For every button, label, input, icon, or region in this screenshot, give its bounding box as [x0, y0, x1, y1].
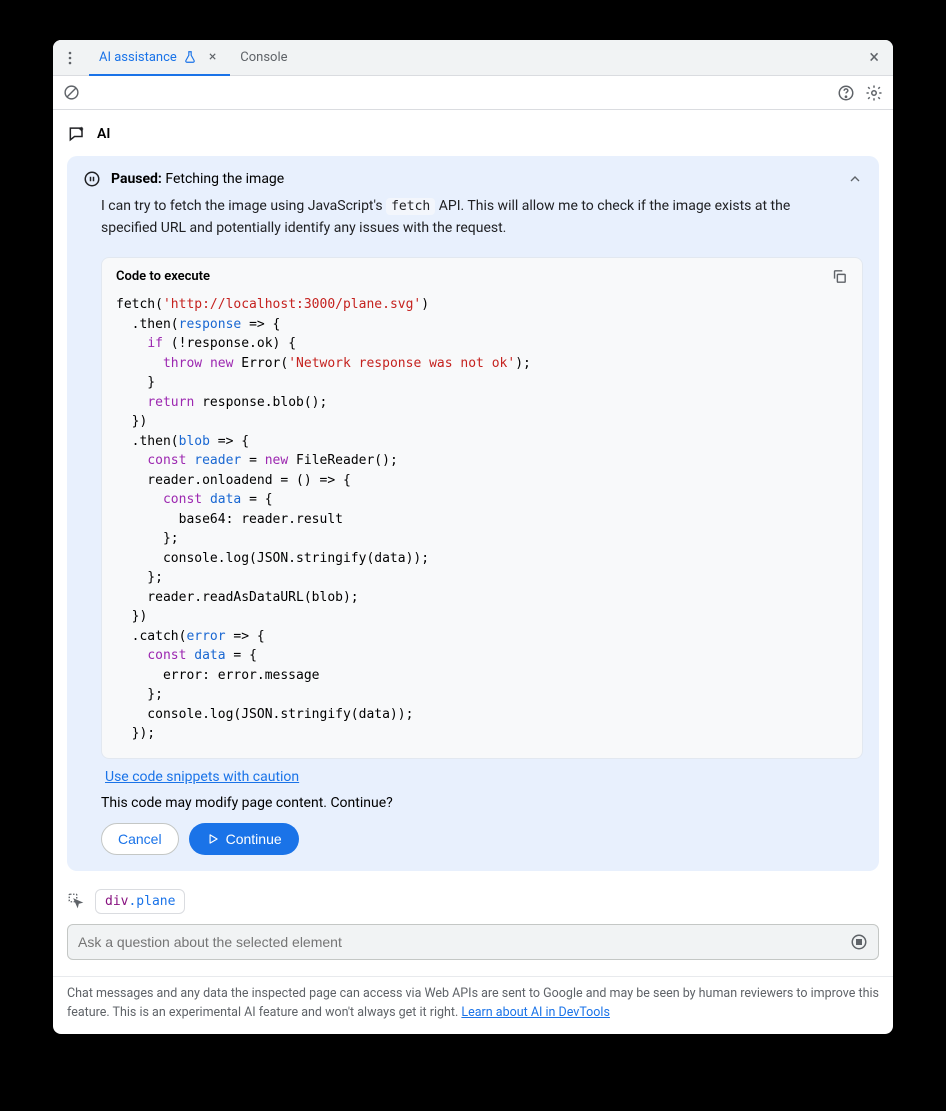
- paused-label: Paused:: [111, 171, 162, 187]
- question-input-box[interactable]: [67, 924, 879, 960]
- ai-label: AI: [97, 126, 110, 142]
- paused-text: Paused: Fetching the image: [111, 171, 284, 187]
- button-row: Cancel Continue: [101, 823, 863, 855]
- close-tab-icon[interactable]: ×: [205, 49, 220, 65]
- toolbar: [53, 76, 893, 110]
- inline-code: fetch: [386, 198, 435, 215]
- tab-ai-assistance[interactable]: AI assistance ×: [89, 40, 230, 76]
- clear-icon[interactable]: [63, 84, 80, 101]
- tabbar: AI assistance × Console ×: [53, 40, 893, 76]
- close-panel-icon[interactable]: ×: [863, 43, 885, 72]
- gear-icon[interactable]: [865, 84, 883, 102]
- confirm-text: This code may modify page content. Conti…: [101, 795, 863, 811]
- inspect-icon[interactable]: [67, 892, 85, 910]
- stop-icon[interactable]: [850, 933, 868, 951]
- devtools-window: AI assistance × Console × AI: [53, 40, 893, 1034]
- paused-action: Fetching the image: [165, 171, 284, 187]
- help-icon[interactable]: [837, 84, 855, 102]
- code-card: Code to execute fetch('http://localhost:…: [101, 257, 863, 759]
- tab-label: Console: [240, 50, 287, 65]
- selected-element-chip[interactable]: div.plane: [95, 889, 185, 914]
- tab-label: AI assistance: [99, 50, 177, 65]
- code-block: fetch('http://localhost:3000/plane.svg')…: [102, 289, 862, 758]
- code-title: Code to execute: [116, 269, 210, 284]
- continue-button[interactable]: Continue: [189, 823, 299, 855]
- flask-icon: [183, 50, 197, 64]
- explanation-text: I can try to fetch the image using JavaS…: [67, 196, 879, 247]
- more-icon[interactable]: [61, 49, 79, 67]
- panel-header: Paused: Fetching the image: [67, 156, 879, 196]
- cancel-button[interactable]: Cancel: [101, 823, 179, 855]
- pause-icon: [83, 170, 101, 188]
- caution-link[interactable]: Use code snippets with caution: [105, 769, 863, 785]
- main-content: AI Paused: Fetching the image I can try …: [53, 110, 893, 976]
- collapse-icon[interactable]: [847, 171, 863, 187]
- chat-icon: [67, 124, 87, 144]
- copy-icon[interactable]: [831, 268, 848, 285]
- tab-console[interactable]: Console: [230, 40, 297, 76]
- footer-link[interactable]: Learn about AI in DevTools: [461, 1005, 610, 1020]
- question-input[interactable]: [78, 934, 850, 950]
- ai-heading: AI: [67, 124, 879, 144]
- element-selector-row: div.plane: [67, 885, 879, 924]
- paused-panel: Paused: Fetching the image I can try to …: [67, 156, 879, 871]
- play-icon: [206, 832, 220, 846]
- footer-note: Chat messages and any data the inspected…: [53, 976, 893, 1035]
